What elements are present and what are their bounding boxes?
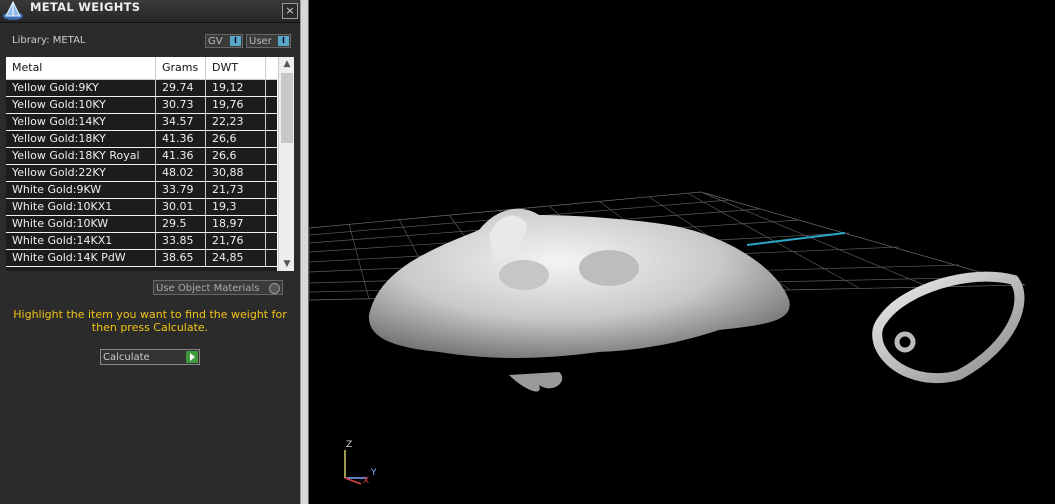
user-toggle-indicator: I <box>278 36 289 46</box>
table-header: Metal Grams DWT <box>6 57 277 80</box>
metals-table: Metal Grams DWT Yellow Gold:9KY 29.74 19… <box>6 57 294 271</box>
table-row[interactable]: White Gold:9KW 33.79 21,73 <box>6 182 277 199</box>
pendant-bail-ring[interactable] <box>872 271 1025 384</box>
table-scrollbar[interactable]: ▲ ▼ <box>278 57 294 271</box>
gv-toggle[interactable]: GV I <box>205 34 243 48</box>
cell-grams: 33.85 <box>156 233 206 249</box>
instruction-text: Highlight the item you want to find the … <box>13 308 287 334</box>
cell-dwt: 22,23 <box>206 114 266 130</box>
use-object-materials-option[interactable]: Use Object Materials <box>153 280 283 295</box>
cell-metal: White Gold:10KW <box>6 216 156 232</box>
cell-grams: 29.5 <box>156 216 206 232</box>
scroll-thumb[interactable] <box>281 73 293 143</box>
cell-metal: Yellow Gold:10KY <box>6 97 156 113</box>
cell-grams: 33.79 <box>156 182 206 198</box>
table-row[interactable]: Yellow Gold:10KY 30.73 19,76 <box>6 97 277 114</box>
cell-grams: 38.65 <box>156 250 206 266</box>
window-title: METAL WEIGHTS <box>30 0 141 14</box>
cell-dwt: 21,73 <box>206 182 266 198</box>
panel-splitter[interactable] <box>300 0 309 504</box>
table-row[interactable]: Yellow Gold:9KY 29.74 19,12 <box>6 80 277 97</box>
table-row[interactable]: Yellow Gold:14KY 34.57 22,23 <box>6 114 277 131</box>
cell-grams: 41.36 <box>156 131 206 147</box>
table-row[interactable]: Yellow Gold:22KY 48.02 30,88 <box>6 165 277 182</box>
cell-dwt: 18,97 <box>206 216 266 232</box>
cell-grams: 48.02 <box>156 165 206 181</box>
cell-grams: 41.36 <box>156 148 206 164</box>
column-header-grams[interactable]: Grams <box>156 57 206 79</box>
face-pendant-model[interactable] <box>368 208 790 392</box>
cell-metal: Yellow Gold:18KY Royal <box>6 148 156 164</box>
close-button[interactable]: × <box>282 3 298 19</box>
cell-dwt: 21,76 <box>206 233 266 249</box>
table-row[interactable]: Yellow Gold:18KY Royal 41.36 26,6 <box>6 148 277 165</box>
cell-grams: 29.74 <box>156 80 206 96</box>
cell-metal: White Gold:10KX1 <box>6 199 156 215</box>
cell-metal: Yellow Gold:9KY <box>6 80 156 96</box>
cell-grams: 34.57 <box>156 114 206 130</box>
metal-weights-panel: METAL WEIGHTS × Library: METAL GV I User… <box>0 0 300 504</box>
calculate-button[interactable]: Calculate <box>100 349 200 365</box>
cell-metal: Yellow Gold:18KY <box>6 131 156 147</box>
library-label: Library: METAL <box>12 35 86 46</box>
table-row[interactable]: White Gold:14KX1 33.85 21,76 <box>6 233 277 250</box>
radio-icon[interactable] <box>269 283 280 294</box>
cell-grams: 30.01 <box>156 199 206 215</box>
cell-metal: White Gold:14KX1 <box>6 233 156 249</box>
calculate-label: Calculate <box>103 352 150 363</box>
use-object-materials-label: Use Object Materials <box>156 283 260 294</box>
axis-y-label: Y <box>371 468 377 478</box>
axis-x-label: X <box>363 476 370 486</box>
cell-dwt: 26,6 <box>206 148 266 164</box>
cell-grams: 30.73 <box>156 97 206 113</box>
cell-dwt: 19,3 <box>206 199 266 215</box>
cell-metal: Yellow Gold:22KY <box>6 165 156 181</box>
axis-z-label: Z <box>346 440 353 450</box>
table-row[interactable]: White Gold:14K PdW 38.65 24,85 <box>6 250 277 267</box>
cell-dwt: 19,12 <box>206 80 266 96</box>
table-row-partial[interactable] <box>6 267 277 271</box>
table-row[interactable]: Yellow Gold:18KY 41.36 26,6 <box>6 131 277 148</box>
axis-highlight-line <box>746 232 846 246</box>
scroll-down-icon[interactable]: ▼ <box>279 257 294 271</box>
scene-render <box>309 191 1026 485</box>
play-icon <box>186 351 198 363</box>
scroll-up-icon[interactable]: ▲ <box>279 57 294 71</box>
cell-metal: White Gold:9KW <box>6 182 156 198</box>
cell-dwt: 24,85 <box>206 250 266 266</box>
column-header-dwt[interactable]: DWT <box>206 57 266 79</box>
cell-metal: White Gold:14K PdW <box>6 250 156 266</box>
user-label: User <box>249 36 272 47</box>
app-logo-icon <box>3 1 23 20</box>
cell-metal: Yellow Gold:14KY <box>6 114 156 130</box>
cell-dwt: 26,6 <box>206 131 266 147</box>
column-header-metal[interactable]: Metal <box>6 57 156 79</box>
table-row[interactable]: White Gold:10KW 29.5 18,97 <box>6 216 277 233</box>
cell-dwt: 30,88 <box>206 165 266 181</box>
cell-dwt: 19,76 <box>206 97 266 113</box>
3d-viewport[interactable]: Z Y X <box>309 0 1055 504</box>
table-row[interactable]: White Gold:10KX1 30.01 19,3 <box>6 199 277 216</box>
user-toggle[interactable]: User I <box>246 34 291 48</box>
title-bar: METAL WEIGHTS × <box>0 0 300 23</box>
gv-label: GV <box>208 36 223 47</box>
gv-toggle-indicator: I <box>230 36 241 46</box>
